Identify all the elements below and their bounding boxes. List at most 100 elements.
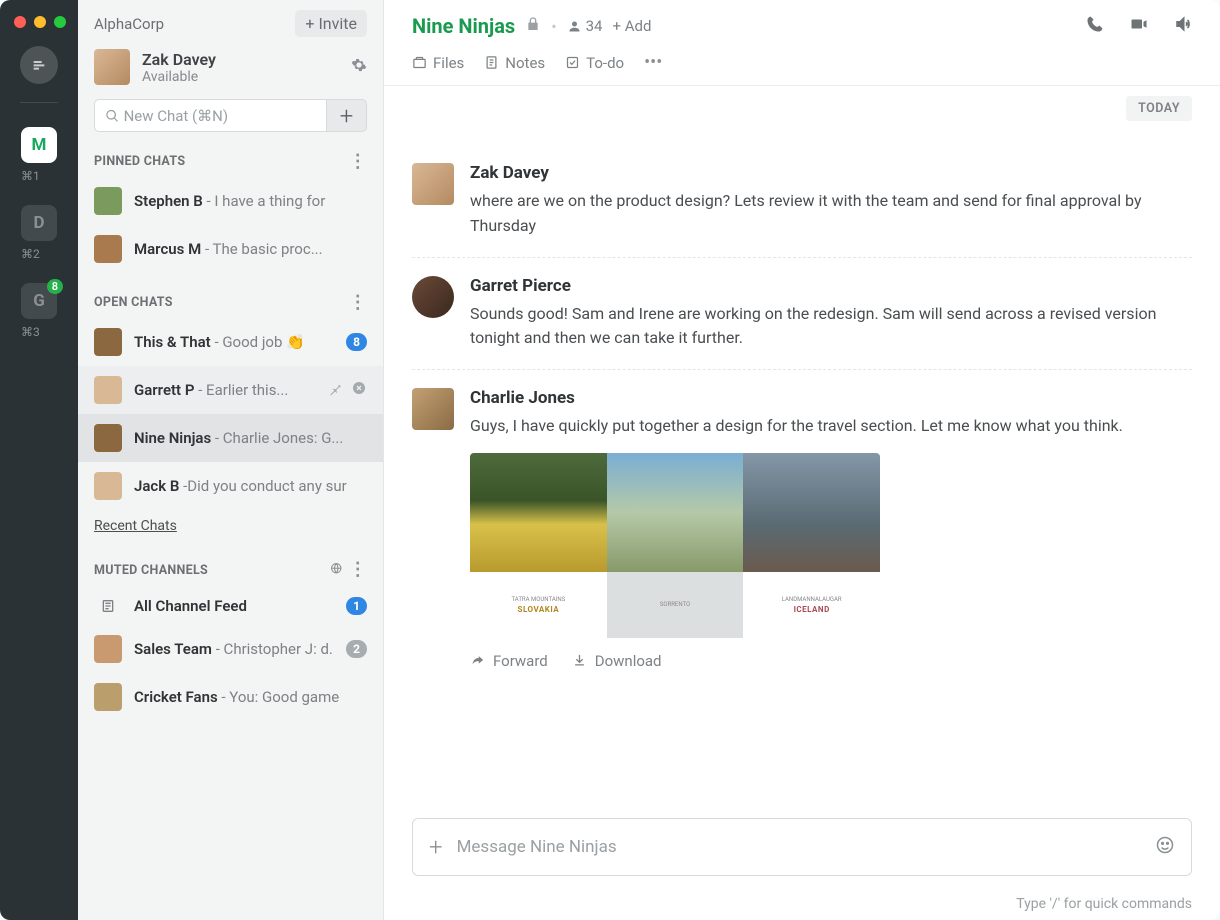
chat-name: Garrett P [134, 381, 194, 399]
composer-hint: Type '/' for quick commands [384, 888, 1220, 920]
chat-avatar [94, 683, 122, 711]
message-text: where are we on the product design? Lets… [470, 189, 1192, 239]
message: Garret Pierce Sounds good! Sam and Irene … [412, 258, 1192, 371]
workspace-d[interactable]: D [21, 205, 57, 241]
download-button[interactable]: Download [572, 652, 662, 670]
chat-header: Nine Ninjas • 34 + Add Files Notes To-do… [384, 0, 1220, 86]
message-author[interactable]: Charlie Jones [470, 388, 1192, 408]
more-icon[interactable]: ⋮ [349, 297, 367, 309]
date-divider: TODAY [1126, 96, 1192, 121]
chat-item[interactable]: Nine Ninjas - Charlie Jones: G... [78, 414, 383, 462]
user-status[interactable]: Available [142, 69, 339, 85]
lock-icon [525, 16, 541, 36]
add-member-button[interactable]: + Add [612, 17, 651, 35]
chat-item[interactable]: Sales Team - Christopher J: d. 2 [78, 625, 383, 673]
recent-chats-link[interactable]: Recent Chats [78, 510, 383, 542]
unread-badge: 8 [47, 279, 63, 294]
pinned-chats-heading: PINNED CHATS [94, 154, 185, 169]
search-input[interactable] [94, 99, 327, 132]
message-text: Sounds good! Sam and Irene are working o… [470, 302, 1192, 352]
chat-name: Nine Ninjas [134, 429, 211, 447]
unread-badge: 2 [346, 640, 367, 658]
message-text: Guys, I have quickly put together a desi… [470, 414, 1192, 439]
chat-item[interactable]: All Channel Feed1 [78, 587, 383, 625]
message-list[interactable]: Zak Davey where are we on the product des… [384, 121, 1220, 818]
chat-name: Marcus M [134, 240, 201, 258]
chat-preview: -Did you conduct any sur [183, 477, 347, 495]
call-icon[interactable] [1086, 15, 1104, 38]
shortcut-label: ⌘1 [21, 169, 57, 183]
more-icon[interactable]: ⋮ [349, 564, 367, 576]
chat-name: Stephen B [134, 192, 203, 210]
close-icon[interactable] [351, 380, 367, 400]
chat-preview: - Charlie Jones: G... [215, 429, 343, 447]
user-avatar[interactable] [94, 49, 130, 85]
workspace-g[interactable]: G8 [21, 283, 57, 319]
unread-badge: 8 [346, 333, 367, 351]
muted-channels-heading: MUTED CHANNELS [94, 563, 208, 578]
chat-avatar [94, 235, 122, 263]
emoji-icon[interactable] [1155, 835, 1175, 860]
chat-item[interactable]: Jack B -Did you conduct any sur [78, 462, 383, 510]
app-logo[interactable] [20, 46, 58, 84]
chat-item[interactable]: Stephen B - I have a thing for [78, 177, 383, 225]
message: Zak Davey where are we on the product des… [412, 145, 1192, 258]
message-input[interactable]: + [412, 818, 1192, 876]
chat-name: Sales Team [134, 640, 212, 658]
plus-icon[interactable]: + [429, 833, 443, 861]
sidebar: AlphaCorp + Invite Zak Davey Available + [78, 0, 384, 920]
chat-preview: - I have a thing for [207, 192, 326, 210]
message-author[interactable]: Zak Davey [470, 163, 1192, 183]
unread-badge: 1 [346, 597, 367, 615]
close-icon[interactable] [14, 16, 26, 28]
chat-avatar [94, 472, 122, 500]
user-name: Zak Davey [142, 50, 339, 69]
workspace-m[interactable]: M [21, 127, 57, 163]
maximize-icon[interactable] [54, 16, 66, 28]
chat-avatar [94, 376, 122, 404]
chat-preview: - Earlier this... [198, 381, 288, 399]
chat-avatar [94, 328, 122, 356]
message-avatar[interactable] [412, 276, 454, 318]
chat-avatar [94, 424, 122, 452]
volume-icon[interactable] [1174, 15, 1192, 38]
message-avatar[interactable] [412, 163, 454, 205]
open-chats-heading: OPEN CHATS [94, 295, 173, 310]
chat-item[interactable]: Cricket Fans - You: Good game [78, 673, 383, 721]
pin-icon[interactable] [327, 380, 343, 400]
chat-item[interactable]: Marcus M - The basic proc... [78, 225, 383, 273]
chat-item[interactable]: This & That - Good job 👏 8 [78, 318, 383, 366]
tab-notes[interactable]: Notes [484, 54, 545, 72]
chat-avatar [94, 635, 122, 663]
forward-button[interactable]: Forward [470, 652, 548, 670]
chat-title[interactable]: Nine Ninjas [412, 14, 515, 38]
org-name[interactable]: AlphaCorp [94, 15, 164, 33]
message-avatar[interactable] [412, 388, 454, 430]
new-chat-button[interactable]: + [327, 99, 367, 132]
minimize-icon[interactable] [34, 16, 46, 28]
shortcut-label: ⌘2 [21, 247, 57, 261]
chat-name: Cricket Fans [134, 688, 218, 706]
more-icon[interactable]: ⋮ [349, 156, 367, 168]
invite-button[interactable]: + Invite [295, 10, 367, 37]
gear-icon[interactable] [351, 57, 367, 77]
video-icon[interactable] [1130, 15, 1148, 38]
globe-icon[interactable] [330, 562, 343, 579]
chat-preview: - Christopher J: d. [216, 640, 333, 658]
chat-preview: - Good job 👏 [214, 333, 304, 351]
tab-files[interactable]: Files [412, 54, 464, 72]
chat-preview: - The basic proc... [205, 240, 323, 258]
more-icon[interactable]: ••• [644, 52, 662, 73]
chat-avatar [94, 187, 122, 215]
chat-name: Jack B [134, 477, 179, 495]
search-icon [105, 108, 120, 124]
message-author[interactable]: Garret Pierce [470, 276, 1192, 296]
chat-item[interactable]: Garrett P - Earlier this... [78, 366, 383, 414]
attachment[interactable]: TATRA MOUNTAINSSLOVAKIASORRENTOLANDMANNA… [470, 453, 1192, 670]
chat-preview: - You: Good game [221, 688, 339, 706]
shortcut-label: ⌘3 [21, 325, 57, 339]
tab-todo[interactable]: To-do [565, 54, 624, 72]
member-count[interactable]: 34 [567, 17, 603, 35]
chat-name: This & That [134, 333, 211, 351]
workspace-rail: M ⌘1 D ⌘2 G8 ⌘3 [0, 0, 78, 920]
